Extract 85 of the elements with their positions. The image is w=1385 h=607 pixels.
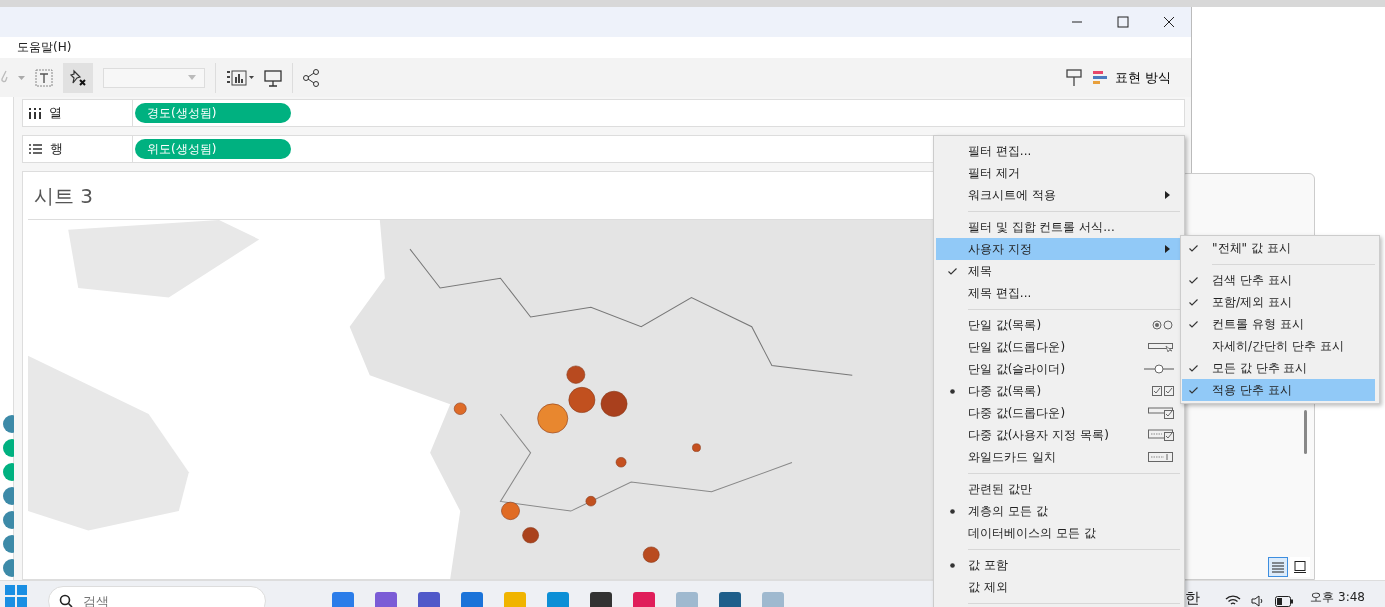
menu-item[interactable]: 필터 제거: [936, 162, 1184, 184]
menu-item[interactable]: 단일 값(목록): [936, 314, 1184, 336]
shelf-label: 행: [50, 140, 63, 158]
window-icon: [1294, 561, 1306, 573]
menu-item[interactable]: 컨트롤 유형 표시: [1182, 313, 1375, 335]
menu-item[interactable]: 단일 값(드롭다운): [936, 336, 1184, 358]
bullet-icon: [949, 388, 955, 394]
map-marker[interactable]: [537, 403, 569, 434]
show-me-button[interactable]: 표현 방식: [1092, 68, 1171, 87]
menu-item[interactable]: 필터 및 집합 컨트롤 서식...: [936, 216, 1184, 238]
checkmark-icon: [1188, 364, 1198, 372]
input-method-indicator[interactable]: 한: [1185, 589, 1201, 607]
bars-icon: [1092, 70, 1109, 85]
checkmark-icon: [1188, 244, 1198, 252]
checkmark-icon: [1188, 320, 1198, 328]
highlighter-icon[interactable]: [1064, 67, 1083, 88]
checkmark-icon: [1188, 298, 1198, 306]
menu-item[interactable]: 관련된 값만: [936, 478, 1184, 500]
menu-item[interactable]: 다중 값(목록): [936, 380, 1184, 402]
list-icon: [1272, 561, 1284, 573]
checkboxes-icon: [1152, 386, 1174, 396]
menu-item[interactable]: 단일 값(슬라이더): [936, 358, 1184, 380]
slider-icon: [1144, 364, 1174, 374]
map-marker[interactable]: [568, 387, 596, 413]
submenu-arrow-icon: [1165, 191, 1170, 199]
menu-item[interactable]: 다중 값(드롭다운): [936, 402, 1184, 424]
battery-icon[interactable]: [1275, 596, 1294, 607]
menu-item[interactable]: 검색 단추 표시: [1182, 269, 1375, 291]
checkmark-icon: [947, 267, 957, 275]
map-marker[interactable]: [600, 390, 628, 417]
menu-item[interactable]: "전체" 값 표시: [1182, 237, 1375, 259]
text-box-icon[interactable]: [35, 68, 53, 87]
pin-icon: [68, 67, 88, 88]
checkmark-icon: [1188, 386, 1198, 394]
dropdown-checkbox-icon: [1148, 407, 1174, 419]
menu-item[interactable]: 값 포함: [936, 554, 1184, 576]
search-field[interactable]: 검색: [48, 586, 266, 607]
checkmark-icon: [1188, 276, 1198, 284]
scrollbar: [1304, 410, 1307, 454]
map-marker[interactable]: [566, 365, 586, 384]
rows-icon: [29, 144, 42, 154]
clock-time[interactable]: 오후 3:48: [1310, 589, 1365, 606]
menu-item[interactable]: 포함/제외 표시: [1182, 291, 1375, 313]
list-checkbox-icon: [1148, 429, 1174, 441]
windows-logo-icon[interactable]: [5, 585, 27, 607]
presentation-icon[interactable]: [264, 68, 282, 87]
map-marker[interactable]: [522, 527, 539, 544]
text-field-icon: [1148, 452, 1174, 462]
menu-item[interactable]: 데이터베이스의 모든 값: [936, 522, 1184, 544]
menu-item[interactable]: 다중 값(사용자 지정 목록): [936, 424, 1184, 446]
menu-item[interactable]: 계층의 모든 값: [936, 500, 1184, 522]
shelf-label: 열: [49, 104, 62, 122]
menu-item[interactable]: 와일드카드 일치: [936, 446, 1184, 468]
menu-item[interactable]: 제목: [936, 260, 1184, 282]
menu-item[interactable]: 모든 값 단추 표시: [1182, 357, 1375, 379]
radio-buttons-icon: [1152, 320, 1174, 330]
map-marker[interactable]: [615, 457, 627, 468]
map-marker[interactable]: [453, 402, 467, 415]
menu-item[interactable]: 값 제외: [936, 576, 1184, 598]
pin-button[interactable]: [63, 62, 93, 93]
search-icon: [59, 594, 73, 607]
bullet-icon: [949, 508, 955, 514]
sheet-title: 시트 3: [34, 183, 94, 210]
menu-item[interactable]: 제목 편집...: [936, 282, 1184, 304]
chart-icon[interactable]: [226, 69, 254, 86]
menu-item[interactable]: 워크시트에 적용: [936, 184, 1184, 206]
caret-icon: [188, 75, 196, 80]
submenu-arrow-icon: [1165, 245, 1170, 253]
maximize-icon[interactable]: [1117, 16, 1129, 28]
menu-item[interactable]: 도움말(H): [17, 39, 72, 56]
caret-icon[interactable]: [18, 75, 25, 80]
map-marker[interactable]: [692, 443, 701, 452]
menu-item[interactable]: 자세히/간단히 단추 표시: [1182, 335, 1375, 357]
columns-icon: [29, 107, 41, 119]
dropdown-icon: [1148, 342, 1174, 352]
close-icon[interactable]: [1163, 16, 1175, 28]
share-icon[interactable]: [303, 68, 319, 87]
wifi-icon[interactable]: [1225, 595, 1242, 607]
map-marker[interactable]: [642, 546, 660, 563]
map-marker[interactable]: [501, 501, 520, 520]
bullet-icon: [949, 562, 955, 568]
menu-item[interactable]: 필터 편집...: [936, 140, 1184, 162]
tile-view-button[interactable]: [1290, 557, 1310, 577]
menu-item[interactable]: 적용 단추 표시: [1182, 379, 1375, 401]
map-marker[interactable]: [585, 496, 597, 507]
